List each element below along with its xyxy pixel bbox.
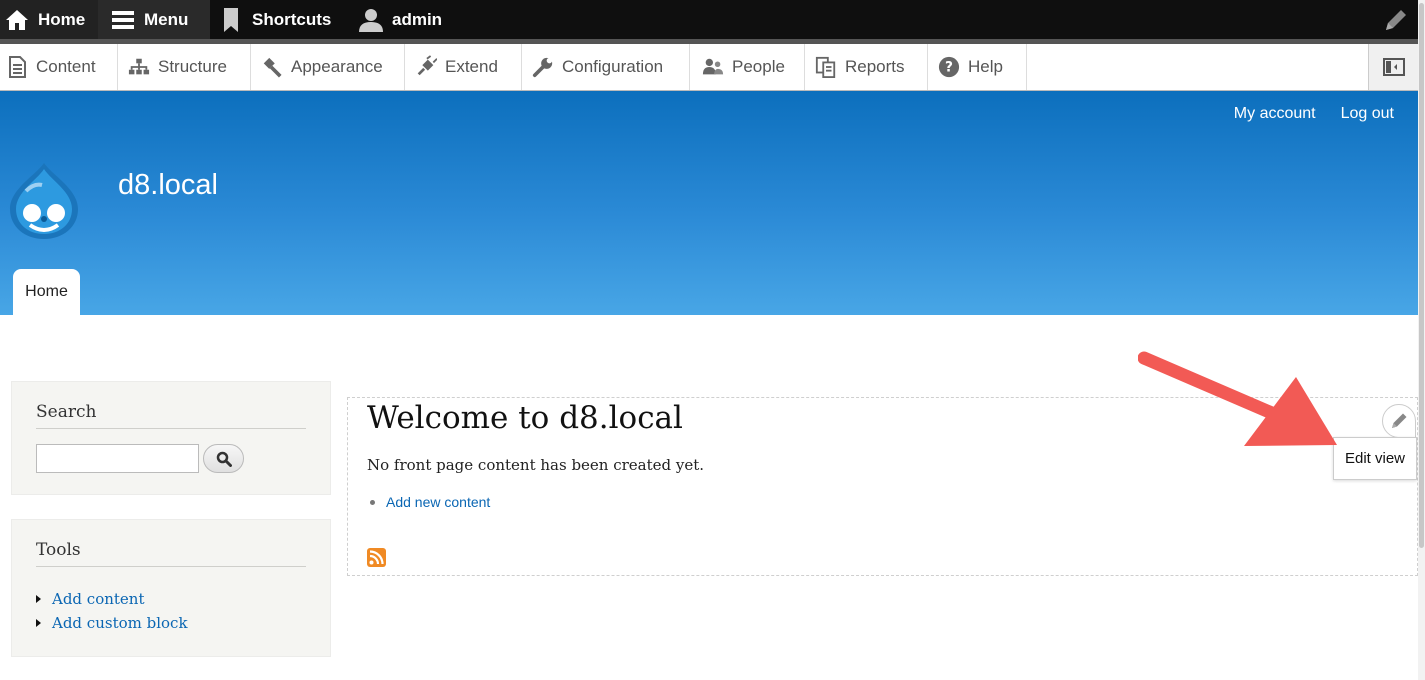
- svg-text:?: ?: [945, 60, 953, 76]
- tray-item-label: Appearance: [291, 57, 383, 76]
- divider: [36, 566, 306, 567]
- empty-text: No front page content has been created y…: [367, 456, 705, 474]
- toolbar-home-link[interactable]: Home: [0, 0, 98, 39]
- tray-item-structure[interactable]: Structure: [118, 44, 251, 90]
- add-content-link[interactable]: Add content: [36, 590, 145, 608]
- add-custom-block-link[interactable]: Add custom block: [36, 614, 188, 632]
- plug-icon: [415, 55, 437, 78]
- tray-item-label: Configuration: [562, 57, 664, 76]
- tray-item-content[interactable]: Content: [0, 44, 118, 90]
- edit-view-link[interactable]: Edit view: [1333, 437, 1417, 480]
- arrow-icon: [1138, 351, 1337, 446]
- add-new-content-label: Add new content: [386, 494, 491, 510]
- tray-item-configuration[interactable]: Configuration: [522, 44, 690, 90]
- tray-item-label: Structure: [158, 57, 227, 76]
- bookmark-icon: [218, 7, 244, 33]
- tray-orientation-toggle[interactable]: [1368, 44, 1418, 90]
- toolbar-shortcuts-label: Shortcuts: [252, 9, 332, 29]
- tray-item-extend[interactable]: Extend: [405, 44, 522, 90]
- page-title: Welcome to d8.local: [367, 400, 683, 436]
- tray-item-label: Reports: [845, 57, 905, 76]
- scrollbar-thumb[interactable]: [1419, 3, 1424, 548]
- toolbar-user-tab[interactable]: admin: [358, 0, 442, 39]
- brush-icon: [261, 56, 283, 78]
- tray-item-label: Extend: [445, 57, 498, 76]
- pencil-icon: [1386, 10, 1406, 30]
- people-icon: [702, 56, 724, 78]
- tray-item-help[interactable]: ? Help: [928, 44, 1027, 90]
- search-block: Search: [11, 381, 331, 495]
- bullet-arrow-icon: [36, 595, 41, 603]
- pencil-icon: [1392, 413, 1407, 428]
- wrench-icon: [532, 56, 554, 78]
- bullet-arrow-icon: [36, 619, 41, 627]
- toolbar-user-label: admin: [392, 9, 443, 29]
- admin-tray: Content Structure Appearance Extend Conf…: [0, 44, 1418, 91]
- toolbar-home-label: Home: [38, 9, 86, 29]
- site-name[interactable]: d8.local: [118, 169, 218, 202]
- tray-item-label: People: [732, 57, 785, 76]
- primary-tab-home[interactable]: Home: [13, 269, 80, 315]
- secondary-menu: My account Log out: [1234, 105, 1394, 123]
- tools-block: Tools Add content Add custom block: [11, 519, 331, 657]
- magnifier-icon: [216, 451, 232, 467]
- tray-item-appearance[interactable]: Appearance: [251, 44, 405, 90]
- search-block-title: Search: [36, 402, 97, 422]
- admin-toolbar: Home Menu Shortcuts admin: [0, 0, 1418, 44]
- tools-block-title: Tools: [36, 540, 81, 560]
- toolbar-shortcuts-tab[interactable]: Shortcuts: [218, 0, 331, 39]
- rss-icon: [367, 548, 386, 567]
- tray-item-people[interactable]: People: [690, 44, 805, 90]
- tray-item-reports[interactable]: Reports: [805, 44, 928, 90]
- reports-icon: [815, 56, 837, 78]
- home-icon: [4, 7, 30, 33]
- help-icon: ?: [938, 56, 960, 78]
- sidebar-toggle-icon: [1382, 58, 1405, 76]
- add-new-content-link[interactable]: Add new content: [370, 494, 490, 510]
- contextual-links-trigger[interactable]: [1382, 404, 1416, 438]
- site-header: My account Log out d8.local Home: [0, 91, 1418, 315]
- my-account-link[interactable]: My account: [1234, 105, 1316, 123]
- hamburger-icon: [110, 7, 136, 33]
- tray-item-label: Help: [968, 57, 1003, 76]
- rss-feed-button[interactable]: [367, 548, 386, 567]
- sitemap-icon: [128, 56, 150, 78]
- toolbar-edit-button[interactable]: [1382, 6, 1410, 34]
- page-scrollbar[interactable]: [1418, 0, 1425, 680]
- log-out-link[interactable]: Log out: [1341, 105, 1394, 123]
- toolbar-menu-tab[interactable]: Menu: [98, 0, 210, 39]
- add-content-label: Add content: [52, 590, 145, 608]
- site-logo[interactable]: [8, 161, 80, 241]
- search-input[interactable]: [36, 444, 199, 473]
- document-icon: [6, 56, 28, 78]
- drupal-logo-icon: [10, 163, 78, 239]
- bullet-icon: [370, 499, 375, 505]
- search-button[interactable]: [203, 444, 244, 473]
- tray-item-label: Content: [36, 57, 96, 76]
- add-custom-block-label: Add custom block: [52, 614, 188, 632]
- user-icon: [358, 7, 384, 33]
- divider: [36, 428, 306, 429]
- toolbar-menu-label: Menu: [144, 9, 189, 29]
